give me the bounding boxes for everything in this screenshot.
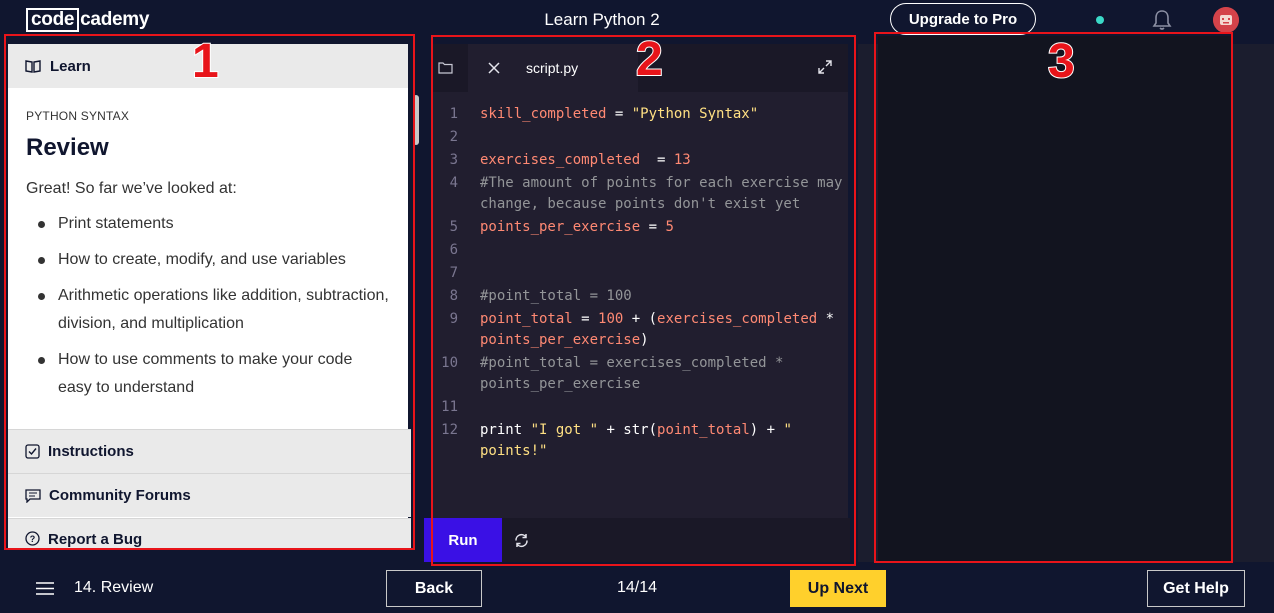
- line-number: 8: [449, 288, 458, 304]
- code-line: 11: [432, 397, 848, 418]
- chat-icon: [25, 488, 41, 503]
- run-button[interactable]: Run: [424, 518, 502, 562]
- annotation-label-1: 1: [191, 35, 220, 88]
- code-text: point_total = 100 + (exercises_completed…: [480, 311, 843, 348]
- code-line: 3 exercises_completed = 13: [432, 150, 848, 171]
- code-line: 10 #point_total = exercises_completed * …: [432, 353, 848, 395]
- back-button[interactable]: Back: [386, 570, 482, 607]
- output-console[interactable]: [878, 36, 1232, 562]
- code-line: 9 point_total = 100 + (exercises_complet…: [432, 309, 848, 351]
- line-number: 1: [449, 106, 458, 122]
- up-next-button[interactable]: Up Next: [790, 570, 886, 607]
- code-text: #point_total = 100: [480, 288, 632, 304]
- help-icon: ?: [25, 531, 40, 546]
- list-item: How to create, modify, and use variables: [26, 246, 390, 274]
- bottom-bar: 14. Review Back 14/14 Up Next Get Help: [0, 562, 1274, 613]
- code-line: 5 points_per_exercise = 5: [432, 217, 848, 238]
- list-item: Print statements: [26, 210, 390, 238]
- folder-icon[interactable]: [438, 61, 453, 74]
- checkbox-icon: [25, 444, 40, 459]
- code-line: 6: [432, 240, 848, 261]
- line-number: 2: [449, 129, 458, 145]
- bell-icon[interactable]: [1152, 9, 1172, 31]
- lesson-eyebrow: PYTHON SYNTAX: [26, 109, 130, 123]
- learn-panel-scrollbar[interactable]: [413, 95, 419, 145]
- progress-counter: 14/14: [616, 579, 658, 596]
- lesson-lead: Great! So far we’ve looked at:: [26, 180, 237, 197]
- code-editor: script.py 1 skill_completed = "Python Sy…: [432, 44, 848, 518]
- tab-name: script.py: [526, 60, 579, 76]
- list-item: Arithmetic operations like addition, sub…: [26, 282, 390, 338]
- line-number: 12: [441, 422, 458, 438]
- refresh-icon[interactable]: [513, 532, 530, 549]
- line-number: 3: [449, 152, 458, 168]
- code-text: #The amount of points for each exercise …: [480, 175, 851, 212]
- avatar[interactable]: [1213, 7, 1239, 33]
- code-text: #point_total = exercises_completed * poi…: [480, 355, 792, 392]
- section-instructions[interactable]: Instructions: [8, 429, 411, 473]
- notification-dot-icon: [1096, 16, 1104, 24]
- section-report-bug[interactable]: ? Report a Bug: [8, 518, 411, 548]
- code-text: points_per_exercise = 5: [480, 219, 674, 235]
- line-number: 10: [441, 355, 458, 371]
- line-number: 4: [449, 175, 458, 191]
- lesson-breadcrumb[interactable]: 14. Review: [74, 579, 153, 597]
- code-area[interactable]: 1 skill_completed = "Python Syntax" 2 3 …: [432, 104, 848, 462]
- menu-icon[interactable]: [36, 582, 54, 595]
- section-community-forums[interactable]: Community Forums: [8, 473, 411, 517]
- code-line: 12 print "I got " + str(point_total) + "…: [432, 420, 848, 462]
- code-line: 8 #point_total = 100: [432, 286, 848, 307]
- code-line: 1 skill_completed = "Python Syntax": [432, 104, 848, 125]
- code-line: 2: [432, 127, 848, 148]
- section-community-forums-label: Community Forums: [49, 487, 191, 504]
- line-number: 9: [449, 311, 458, 327]
- code-line: 4 #The amount of points for each exercis…: [432, 173, 848, 215]
- code-line: 7: [432, 263, 848, 284]
- learn-header-label: Learn: [50, 57, 91, 75]
- book-icon: [25, 60, 41, 73]
- list-item: How to use comments to make your code ea…: [26, 346, 390, 402]
- line-number: 6: [449, 242, 458, 258]
- tab-script-py[interactable]: script.py: [468, 44, 638, 92]
- annotation-label-2: 2: [635, 33, 664, 86]
- svg-text:?: ?: [30, 534, 36, 544]
- get-help-button[interactable]: Get Help: [1147, 570, 1245, 607]
- lesson-bullets: Print statements How to create, modify, …: [26, 210, 390, 402]
- code-text: skill_completed = "Python Syntax": [480, 106, 759, 122]
- close-icon[interactable]: [488, 62, 500, 74]
- expand-icon[interactable]: [818, 60, 832, 74]
- line-number: 5: [449, 219, 458, 235]
- section-instructions-label: Instructions: [48, 443, 134, 460]
- code-text: print "I got " + str(point_total) + " po…: [480, 422, 801, 459]
- section-report-bug-label: Report a Bug: [48, 531, 143, 548]
- code-text: exercises_completed = 13: [480, 152, 691, 168]
- upgrade-to-pro-button[interactable]: Upgrade to Pro: [890, 3, 1036, 35]
- line-number: 7: [449, 265, 458, 281]
- line-number: 11: [441, 399, 458, 415]
- annotation-label-3: 3: [1047, 35, 1076, 88]
- lesson-title: Review: [26, 134, 109, 161]
